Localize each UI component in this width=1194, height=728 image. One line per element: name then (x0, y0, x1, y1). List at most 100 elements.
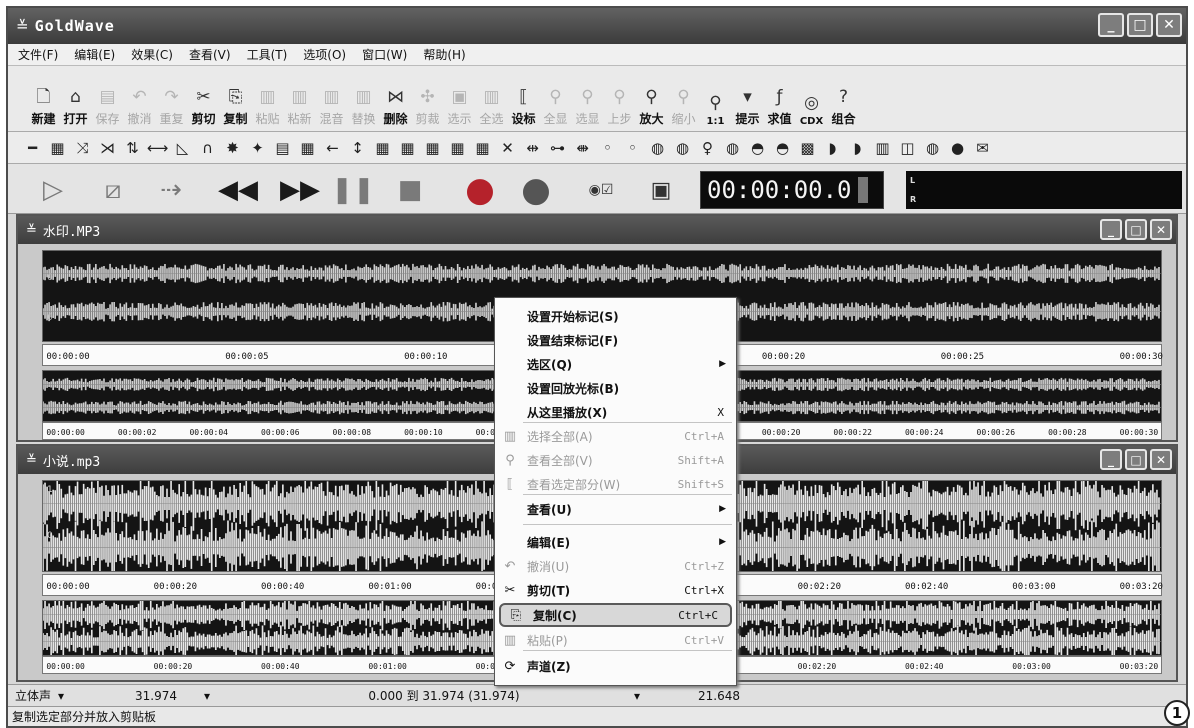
effect-tool-icon[interactable]: ▦ (420, 139, 445, 157)
doc1-minimize-button[interactable]: _ (1100, 219, 1122, 240)
effect-tool-icon[interactable]: ◺ (170, 139, 195, 157)
toolbar-button-paste-new[interactable]: ▥ 粘新 (284, 84, 315, 127)
context-menu-item[interactable]: ▥ 选择全部(A) Ctrl+A (495, 424, 736, 448)
toolbar-button-save[interactable]: ▤ 保存 (92, 84, 123, 127)
effect-tool-icon[interactable]: ⊶ (545, 139, 570, 157)
effect-tool-icon[interactable]: ✸ (220, 139, 245, 157)
stop-icon[interactable]: ■ (388, 172, 432, 208)
toolbar-button-evaluate[interactable]: ƒ 求值 (764, 84, 795, 127)
monitor-icon[interactable]: ◉☑ (578, 172, 624, 208)
effect-tool-icon[interactable]: ◓ (770, 139, 795, 157)
effect-tool-icon[interactable]: ▦ (295, 139, 320, 157)
effect-tool-icon[interactable]: ▦ (470, 139, 495, 157)
effect-tool-icon[interactable]: ▥ (870, 139, 895, 157)
effect-tool-icon[interactable]: ◦ (620, 139, 645, 157)
effect-tool-icon[interactable]: ✦ (245, 139, 270, 157)
context-menu-item[interactable]: ✂ 剪切(T) Ctrl+X (495, 578, 736, 602)
effect-tool-icon[interactable]: ⇅ (120, 139, 145, 157)
effect-tool-icon[interactable]: ▦ (445, 139, 470, 157)
toolbar-button-open-file[interactable]: ⌂ 打开 (60, 84, 91, 127)
toolbar-button-copy[interactable]: ⎘ 复制 (220, 84, 251, 127)
context-menu-item[interactable]: 设置回放光标(B) (495, 376, 736, 400)
toolbar-button-zoom-previous[interactable]: ⚲ 上步 (604, 84, 635, 127)
toolbar-button-help-combine[interactable]: ? 组合 (828, 84, 859, 127)
toolbar-button-delete[interactable]: ⋈ 删除 (380, 84, 411, 127)
channel-dropdown-icon[interactable]: ▾ (58, 689, 108, 703)
toolbar-button-zoom-all[interactable]: ⚲ 全显 (540, 84, 571, 127)
toolbar-button-zoom-out[interactable]: ⚲ 缩小 (668, 84, 699, 127)
effect-tool-icon[interactable]: ◍ (645, 139, 670, 157)
fast-forward-icon[interactable]: ▶▶ (270, 172, 330, 208)
effect-tool-icon[interactable]: ◍ (920, 139, 945, 157)
toolbar-button-paste[interactable]: ▥ 粘贴 (252, 84, 283, 127)
record-icon[interactable]: ● (458, 170, 502, 210)
effect-tool-icon[interactable]: ◍ (720, 139, 745, 157)
doc1-close-button[interactable]: ✕ (1150, 219, 1172, 240)
effect-tool-icon[interactable]: ▤ (270, 139, 295, 157)
effect-tool-icon[interactable]: ∩ (195, 139, 220, 157)
toolbar-button-trim[interactable]: ✣ 剪裁 (412, 84, 443, 127)
toolbar-button-undo[interactable]: ↶ 撤消 (124, 84, 155, 127)
effect-tool-icon[interactable]: ◗ (820, 139, 845, 157)
effect-tool-icon[interactable]: ◍ (670, 139, 695, 157)
control-window-icon[interactable]: ▣ (638, 172, 684, 208)
menu-edit[interactable]: 编辑(E) (74, 46, 115, 63)
menu-options[interactable]: 选项(O) (303, 46, 346, 63)
menu-help[interactable]: 帮助(H) (423, 46, 465, 63)
toolbar-button-zoom-1-1[interactable]: ⚲ 1:1 (700, 90, 731, 127)
context-menu-item[interactable]: 选区(Q) ▶ (495, 352, 736, 376)
context-menu-item[interactable]: 设置开始标记(S) (495, 304, 736, 328)
effect-tool-icon[interactable]: ▩ (795, 139, 820, 157)
play-icon[interactable]: ▷ (28, 172, 78, 208)
effect-tool-icon[interactable]: ↕ (345, 139, 370, 157)
context-menu-item[interactable]: ⟳ 声道(Z) (495, 654, 736, 678)
effect-tool-icon[interactable]: ⤨ (70, 139, 95, 157)
play-selection-icon[interactable]: ⧄ (88, 172, 138, 208)
effect-tool-icon[interactable]: ← (320, 139, 345, 157)
menu-tools[interactable]: 工具(T) (247, 46, 288, 63)
effect-tool-icon[interactable]: ⇹ (520, 139, 545, 157)
effect-tool-icon[interactable]: ▦ (45, 139, 70, 157)
minimize-button[interactable]: _ (1098, 13, 1124, 37)
rewind-icon[interactable]: ◀◀ (208, 172, 268, 208)
record-selection-icon[interactable]: ● (514, 170, 558, 210)
effect-tool-icon[interactable]: ⇼ (570, 139, 595, 157)
maximize-button[interactable]: □ (1127, 13, 1153, 37)
effect-tool-icon[interactable]: ● (945, 139, 970, 157)
context-menu-item[interactable]: ⚲ 查看全部(V) Shift+A (495, 448, 736, 472)
effect-tool-icon[interactable]: ♀ (695, 139, 720, 157)
channel-mode[interactable]: 立体声 (8, 687, 58, 704)
effect-tool-icon[interactable]: ◗ (845, 139, 870, 157)
doc2-minimize-button[interactable]: _ (1100, 449, 1122, 470)
close-button[interactable]: ✕ (1156, 13, 1182, 37)
toolbar-button-mix[interactable]: ▥ 混音 (316, 84, 347, 127)
context-menu-item[interactable]: ▥ 粘贴(P) Ctrl+V (495, 628, 736, 652)
play-from-icon[interactable]: ⇢ (146, 172, 196, 208)
effect-tool-icon[interactable]: ◓ (745, 139, 770, 157)
menu-view[interactable]: 查看(V) (189, 46, 231, 63)
pause-icon[interactable]: ❚❚ (331, 172, 375, 208)
menu-file[interactable]: 文件(F) (18, 46, 58, 63)
effect-tool-icon[interactable]: ✉ (970, 139, 995, 157)
toolbar-button-cd-extract[interactable]: ◎ CDX (796, 90, 827, 127)
selection-dropdown-icon[interactable]: ▾ (634, 689, 664, 703)
toolbar-button-select-view[interactable]: ▣ 选示 (444, 84, 475, 127)
toolbar-button-cue[interactable]: ▾ 提示 (732, 84, 763, 127)
context-menu-item[interactable]: 编辑(E) ▶ (495, 530, 736, 554)
toolbar-button-new-file[interactable]: 🗋 新建 (28, 84, 59, 127)
menu-window[interactable]: 窗口(W) (362, 46, 407, 63)
toolbar-button-scissors[interactable]: ✂ 剪切 (188, 84, 219, 127)
toolbar-button-redo[interactable]: ↷ 重复 (156, 84, 187, 127)
toolbar-button-zoom-selection[interactable]: ⚲ 选显 (572, 84, 603, 127)
toolbar-button-zoom-in[interactable]: ⚲ 放大 (636, 84, 667, 127)
doc1-maximize-button[interactable]: □ (1125, 219, 1147, 240)
effect-tool-icon[interactable]: ⋊ (95, 139, 120, 157)
context-menu-item[interactable]: 设置结束标记(F) (495, 328, 736, 352)
effect-tool-icon[interactable]: ◫ (895, 139, 920, 157)
doc2-maximize-button[interactable]: □ (1125, 449, 1147, 470)
effect-tool-icon[interactable]: ⟷ (145, 139, 170, 157)
context-menu-item[interactable]: ↶ 撤消(U) Ctrl+Z (495, 554, 736, 578)
toolbar-button-set-marker[interactable]: ⟦ 设标 (508, 84, 539, 127)
doc2-close-button[interactable]: ✕ (1150, 449, 1172, 470)
menu-effects[interactable]: 效果(C) (131, 46, 173, 63)
